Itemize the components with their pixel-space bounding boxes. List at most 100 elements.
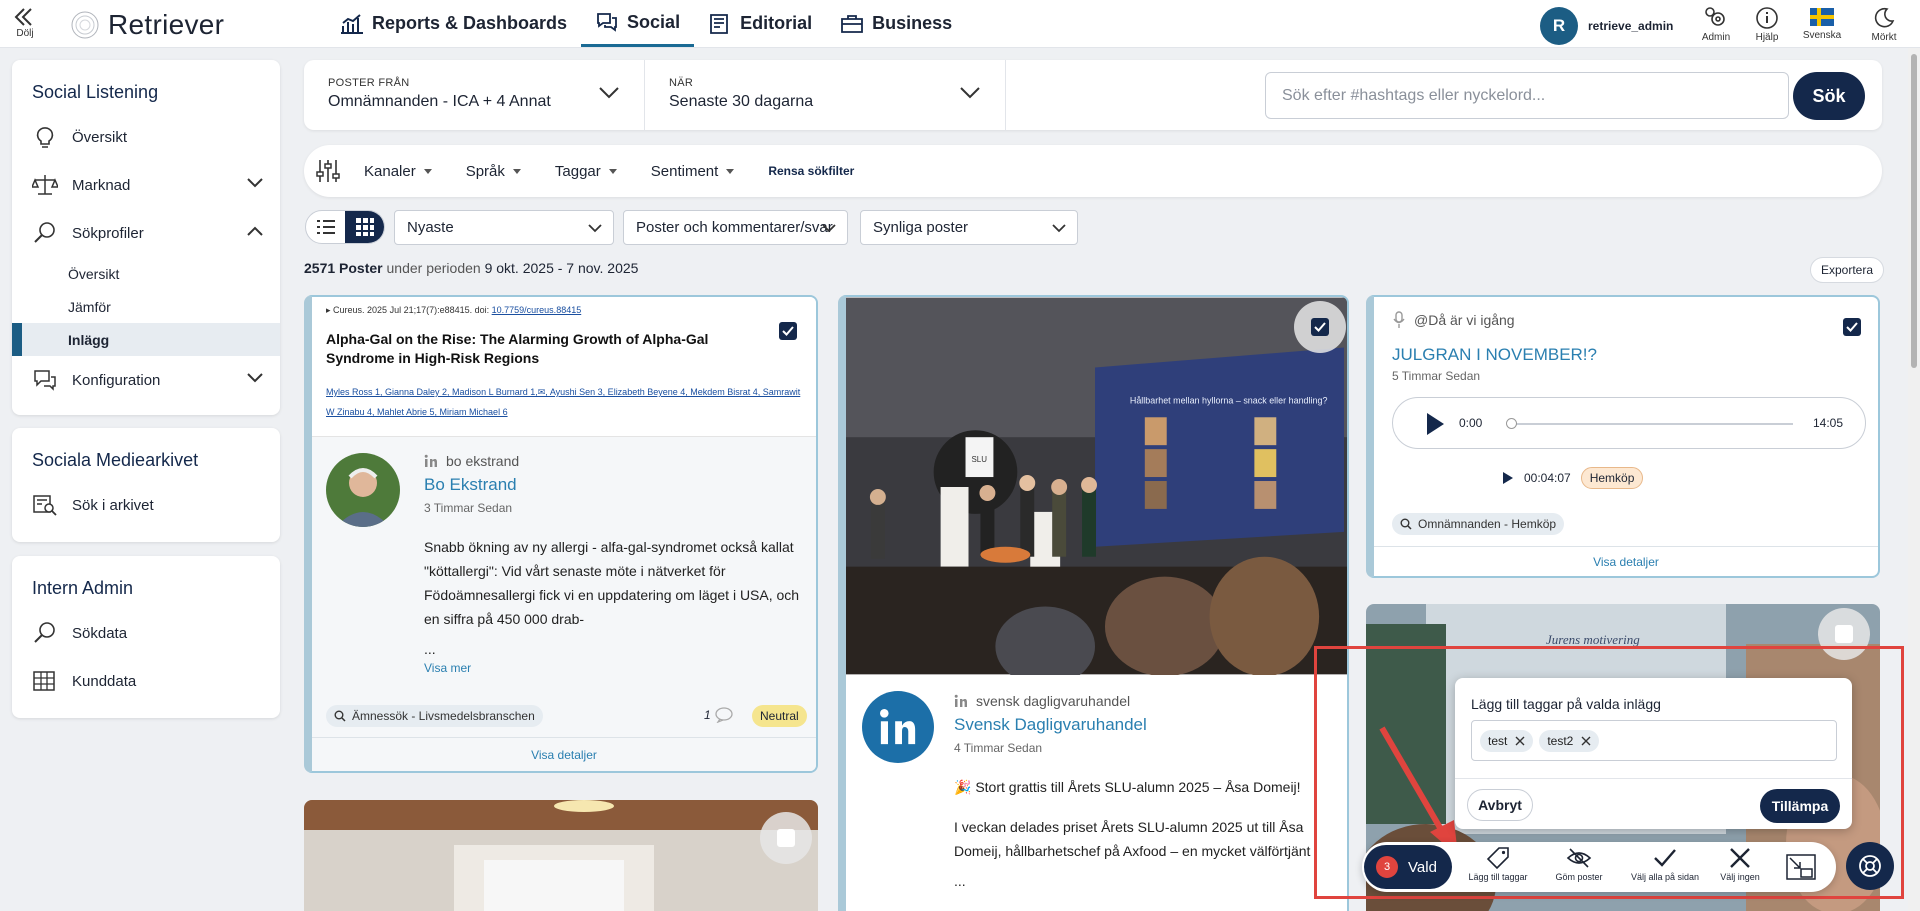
retriever-logo[interactable]: Retriever [70, 9, 224, 41]
visibility-select[interactable]: Synliga poster [860, 210, 1078, 245]
audio-progress-track[interactable] [1511, 423, 1793, 425]
sidebar-item-marknad-label: Marknad [72, 176, 131, 194]
nav-business[interactable]: Business [826, 0, 966, 47]
popover-title: Lägg till taggar på valda inlägg [1471, 696, 1661, 712]
chevron-down-icon[interactable] [246, 372, 264, 384]
author-name[interactable]: Svensk Dagligvaruhandel [954, 715, 1147, 735]
post-card[interactable]: ▸ Cureus. 2025 Jul 21;17(7):e88415. doi:… [304, 295, 818, 773]
author-name[interactable]: Bo Ekstrand [424, 475, 519, 495]
tag-chip: test [1480, 729, 1534, 752]
sentiment-filter[interactable]: Sentiment [651, 163, 735, 180]
when-select[interactable]: NÄR Senaste 30 dagarna [645, 60, 1005, 130]
selected-count-badge: 3 [1376, 856, 1398, 878]
chevron-down-icon[interactable] [246, 177, 264, 189]
post-card[interactable] [304, 800, 818, 911]
show-details-link[interactable]: Visa detaljer [1374, 546, 1878, 576]
select-checkbox[interactable] [1294, 301, 1346, 353]
close-icon[interactable] [1581, 736, 1591, 746]
language-filter[interactable]: Språk [466, 163, 521, 180]
view-toggle [305, 210, 385, 244]
sidebar-item-marknad[interactable]: Marknad [12, 161, 280, 209]
list-view-button[interactable] [306, 211, 345, 243]
apply-button[interactable]: Tillämpa [1760, 789, 1840, 823]
user-menu[interactable]: R retrieve_admin [1540, 7, 1673, 45]
minimize-bar-button[interactable] [1784, 854, 1818, 882]
checkbox-unchecked [1835, 625, 1853, 643]
select-all-action[interactable]: Välj alla på sidan [1620, 846, 1710, 882]
search-button[interactable]: Sök [1793, 72, 1865, 120]
tag-input[interactable]: test test2 [1471, 720, 1837, 761]
comment-count[interactable]: 1 [704, 707, 733, 723]
nav-reports-label: Reports & Dashboards [372, 13, 568, 33]
select-checkbox[interactable] [762, 305, 814, 357]
sidebar-item-konfiguration[interactable]: Konfiguration [12, 356, 280, 404]
nav-editorial[interactable]: Editorial [694, 0, 826, 47]
nav-social[interactable]: Social [581, 0, 695, 47]
dark-mode-label: Mörkt [1871, 32, 1897, 43]
sidebar-item-kunddata-label: Kunddata [72, 672, 137, 690]
add-tags-action[interactable]: Lägg till taggar [1458, 846, 1538, 882]
search-profile-pill[interactable]: Ämnessök - Livsmedelsbranschen [326, 705, 543, 727]
chevron-down-icon [822, 224, 836, 233]
sidebar-subitem-jamfor[interactable]: Jämför [12, 290, 280, 323]
post-time: 4 Timmar Sedan [954, 741, 1043, 755]
scrollbar-thumb[interactable] [1911, 54, 1917, 368]
close-icon[interactable] [1515, 736, 1525, 746]
lifebuoy-icon [1859, 855, 1881, 877]
post-card[interactable]: Hållbarhet mellan hyllorna – snack eller… [838, 295, 1349, 911]
dark-mode-button[interactable]: Mörkt [1854, 6, 1914, 43]
sidebar-item-oversikt[interactable]: Översikt [12, 113, 280, 161]
search-profile-pill[interactable]: Omnämnanden - Hemköp [1392, 513, 1565, 535]
play-icon[interactable] [1502, 471, 1514, 485]
tags-filter[interactable]: Taggar [555, 163, 617, 180]
audio-progress-handle[interactable] [1506, 418, 1517, 429]
grid-view-button[interactable] [345, 211, 384, 243]
sidebar-item-sok-arkivet[interactable]: Sök i arkivet [12, 481, 280, 529]
export-button[interactable]: Exportera [1810, 257, 1885, 283]
checkbox-checked [1311, 318, 1329, 336]
post-type-select[interactable]: Poster och kommentarer/svar [623, 210, 848, 245]
cite-doi-link[interactable]: 10.7759/cureus.88415 [492, 305, 582, 315]
minimize-window-icon [1786, 854, 1816, 880]
post-body: bo ekstrand Bo Ekstrand 3 Timmar Sedan S… [312, 437, 816, 771]
show-details-link[interactable]: Visa detaljer [312, 737, 816, 771]
channels-filter[interactable]: Kanaler [364, 163, 432, 180]
chevron-up-icon[interactable] [246, 225, 264, 237]
post-title[interactable]: JULGRAN I NOVEMBER!? [1392, 345, 1597, 365]
sidebar-subitem-oversikt[interactable]: Översikt [12, 257, 280, 290]
filter-bar: POSTER FRÅN Omnämnanden - ICA + 4 Annat … [304, 60, 1882, 130]
sidebar-item-sokdata[interactable]: Sökdata [12, 609, 280, 657]
post-card[interactable]: @Då är vi igång JULGRAN I NOVEMBER!? 5 T… [1366, 295, 1880, 578]
admin-panel: Intern Admin Sökdata Kunddata [12, 556, 280, 718]
caret-down-icon [726, 168, 735, 174]
help-button[interactable]: Hjälp [1737, 6, 1797, 43]
help-fab-button[interactable] [1846, 842, 1894, 890]
search-input[interactable] [1265, 72, 1789, 119]
sidebar-item-sokprofiler-label: Sökprofiler [72, 224, 144, 242]
sidebar-item-kunddata[interactable]: Kunddata [12, 657, 280, 705]
select-checkbox[interactable] [1826, 301, 1878, 353]
sliders-icon[interactable] [316, 158, 340, 184]
show-more-link[interactable]: Visa mer [424, 661, 809, 675]
hide-sidebar-button[interactable]: Dölj [12, 6, 38, 39]
sort-select[interactable]: Nyaste [394, 210, 614, 245]
sidebar-item-sokprofiler[interactable]: Sökprofiler [12, 209, 280, 257]
clear-filters-button[interactable]: Rensa sökfilter [768, 164, 854, 178]
nav-reports[interactable]: Reports & Dashboards [326, 0, 581, 47]
posts-from-select[interactable]: POSTER FRÅN Omnämnanden - ICA + 4 Annat [304, 60, 644, 130]
sidebar-subitem-inlagg[interactable]: Inlägg [12, 323, 280, 356]
social-listening-title: Social Listening [32, 82, 159, 102]
post-source: svensk dagligvaruhandel [954, 693, 1147, 709]
select-checkbox[interactable] [760, 812, 812, 864]
selected-indicator[interactable]: 3 Vald [1364, 845, 1452, 889]
scales-icon [32, 175, 58, 195]
chevron-down-icon [599, 87, 619, 99]
play-icon[interactable] [1425, 412, 1445, 436]
select-none-action[interactable]: Välj ingen [1712, 846, 1768, 882]
swedish-flag-icon [1810, 8, 1834, 26]
language-button[interactable]: Svenska [1792, 6, 1852, 41]
hide-posts-action[interactable]: Göm poster [1544, 846, 1614, 882]
cancel-button[interactable]: Avbryt [1467, 789, 1533, 821]
scrollbar[interactable] [1908, 48, 1920, 911]
caret-down-icon [423, 168, 432, 174]
